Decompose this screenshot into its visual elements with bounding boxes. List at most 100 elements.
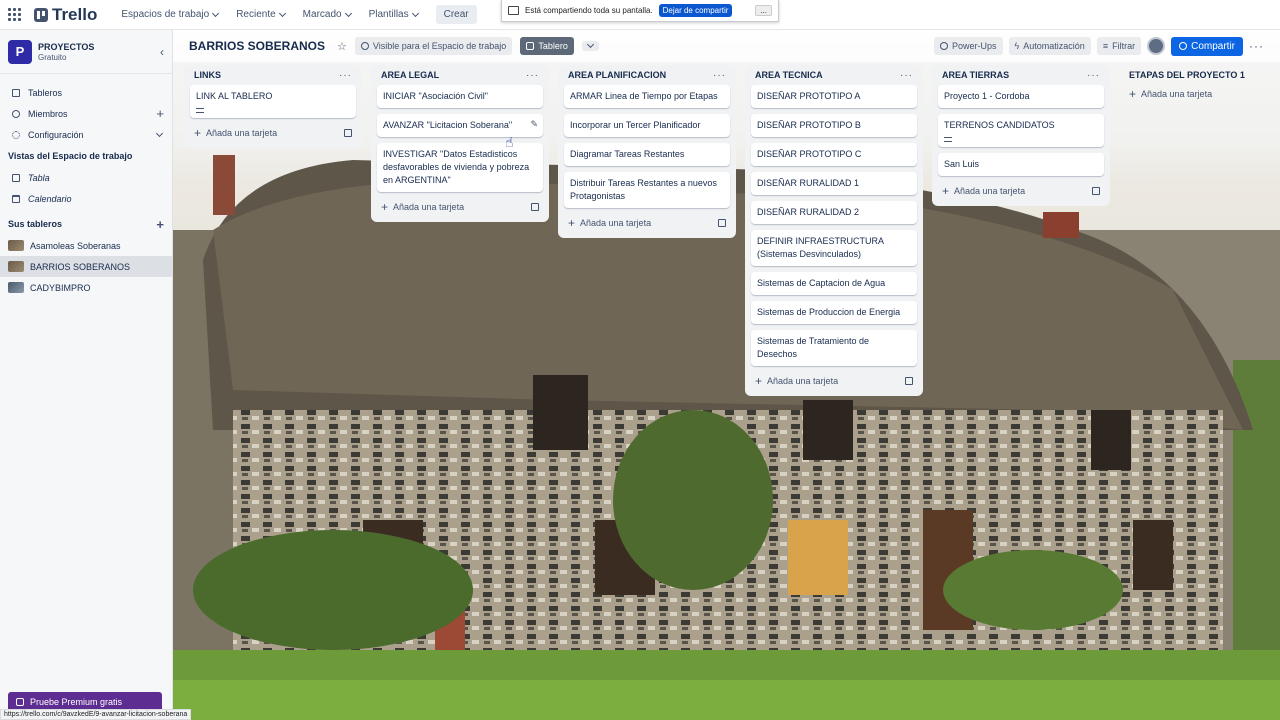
list-header: AREA PLANIFICACION ··· [564, 65, 730, 85]
card[interactable]: Incorporar un Tercer Planificador [564, 114, 730, 137]
card[interactable]: Distribuir Tareas Restantes a nuevos Pro… [564, 172, 730, 208]
card[interactable]: INICIAR "Asociación Civil" [377, 85, 543, 108]
card[interactable]: TERRENOS CANDIDATOS [938, 114, 1104, 147]
add-card-button[interactable]: + Añada una tarjeta [564, 214, 730, 232]
create-button[interactable]: Crear [435, 5, 477, 24]
list-title[interactable]: AREA PLANIFICACION [568, 70, 666, 80]
list-area-tierras[interactable]: AREA TIERRAS ··· Proyecto 1 - Cordoba TE… [932, 65, 1110, 206]
sidebar-board-cadybimpro[interactable]: CADYBIMPRO [0, 277, 172, 298]
sidebar-item-members[interactable]: Miembros + [0, 103, 172, 124]
card-title: INVESTIGAR "Datos Estadisticos desfavora… [383, 149, 530, 185]
card-title: Proyecto 1 - Cordoba [944, 91, 1030, 101]
card[interactable]: ARMAR Linea de Tiempo por Etapas [564, 85, 730, 108]
list-title[interactable]: AREA LEGAL [381, 70, 439, 80]
board-view-button[interactable]: Tablero [520, 37, 574, 55]
add-member-icon[interactable]: + [156, 107, 164, 120]
list-title[interactable]: LINKS [194, 70, 221, 80]
list-area-tecnica[interactable]: AREA TECNICA ··· DISEÑAR PROTOTIPO A DIS… [745, 65, 923, 396]
card[interactable]: DISEÑAR PROTOTIPO A [751, 85, 917, 108]
sidebar-item-table-view[interactable]: Tabla [0, 167, 172, 188]
nav-workspaces-label: Espacios de trabajo [121, 9, 210, 20]
add-card-button[interactable]: + Añada una tarjeta [751, 372, 917, 390]
list-menu-icon[interactable]: ··· [713, 70, 726, 81]
chevron-down-icon [411, 9, 419, 17]
sidebar-item-settings[interactable]: Configuración [0, 124, 172, 145]
view-switcher-button[interactable] [581, 40, 599, 51]
share-board-button[interactable]: Compartir [1171, 36, 1243, 56]
card[interactable]: DISEÑAR PROTOTIPO B [751, 114, 917, 137]
filter-icon: ≡ [1102, 41, 1109, 51]
card[interactable]: DEFINIR INFRAESTRUCTURA (Sistemas Desvin… [751, 230, 917, 266]
list-links[interactable]: LINKS ··· LINK AL TABLERO + Añada una ta… [184, 65, 362, 148]
card-template-icon[interactable] [718, 219, 726, 227]
nav-templates-button[interactable]: Plantillas [363, 5, 424, 24]
star-icon[interactable]: ☆ [337, 40, 347, 53]
list-area-planificacion[interactable]: AREA PLANIFICACION ··· ARMAR Linea de Ti… [558, 65, 736, 238]
sidebar-board-asambleas[interactable]: Asamoleas Soberanas [0, 235, 172, 256]
card[interactable]: LINK AL TABLERO [190, 85, 356, 118]
card[interactable]: Sistemas de Captacion de Agua [751, 272, 917, 295]
card[interactable]: Diagramar Tareas Restantes [564, 143, 730, 166]
sidebar-item-calendar-view[interactable]: Calendario [0, 188, 172, 209]
nav-starred-button[interactable]: Marcado [297, 5, 357, 24]
plus-icon: + [1129, 87, 1137, 101]
list-title[interactable]: AREA TIERRAS [942, 70, 1009, 80]
card[interactable]: DISEÑAR RURALIDAD 2 [751, 201, 917, 224]
card-template-icon[interactable] [1092, 187, 1100, 195]
list-menu-icon[interactable]: ··· [526, 70, 539, 81]
card-template-icon[interactable] [905, 377, 913, 385]
pencil-icon[interactable]: ✎ [530, 118, 538, 131]
add-card-label: Añada una tarjeta [206, 128, 278, 138]
list-title[interactable]: ETAPAS DEL PROYECTO 1 [1129, 70, 1245, 80]
list-menu-icon[interactable]: ··· [900, 70, 913, 81]
trello-logo[interactable]: Trello [34, 5, 97, 25]
list-area-legal[interactable]: AREA LEGAL ··· INICIAR "Asociación Civil… [371, 65, 549, 222]
card[interactable]: DISEÑAR RURALIDAD 1 [751, 172, 917, 195]
sidebar-item-boards[interactable]: Tableros [0, 82, 172, 103]
power-ups-button[interactable]: Power-Ups [934, 37, 1003, 55]
share-label: Compartir [1191, 40, 1235, 52]
list-menu-icon[interactable]: ··· [1087, 70, 1100, 81]
your-boards-label: Sus tableros [8, 219, 63, 229]
add-card-label: Añada una tarjeta [1141, 89, 1213, 99]
card-hovered[interactable]: AVANZAR "Licitacion Soberana" ✎ [377, 114, 543, 137]
hide-banner-button[interactable]: ... [755, 5, 772, 16]
board-title[interactable]: BARRIOS SOBERANOS [189, 39, 325, 53]
status-bar-url: https://trello.com/c/9avzkedE/9-avanzar-… [0, 709, 192, 720]
member-avatar[interactable] [1147, 37, 1166, 55]
nav-recent-button[interactable]: Reciente [230, 5, 290, 24]
workspace-badge[interactable]: P [8, 39, 32, 64]
add-card-button[interactable]: + Añada una tarjeta [190, 124, 356, 142]
list-title[interactable]: AREA TECNICA [755, 70, 823, 80]
apps-grid-icon[interactable] [8, 7, 22, 22]
list-menu-icon[interactable]: ··· [339, 70, 352, 81]
card-template-icon[interactable] [344, 129, 352, 137]
card-template-icon[interactable] [531, 203, 539, 211]
card[interactable]: Sistemas de Produccion de Energia [751, 301, 917, 324]
card-title: LINK AL TABLERO [196, 91, 273, 101]
card[interactable]: Sistemas de Tratamiento de Desechos [751, 330, 917, 366]
add-card-button[interactable]: + Añada una tarjeta [1125, 85, 1263, 103]
card[interactable]: San Luis [938, 153, 1104, 176]
collapse-sidebar-icon[interactable]: ‹ [160, 45, 164, 59]
card-title: Distribuir Tareas Restantes a nuevos Pro… [570, 178, 717, 201]
rocket-icon [940, 42, 948, 50]
card[interactable]: Proyecto 1 - Cordoba [938, 85, 1104, 108]
add-board-icon[interactable]: + [156, 217, 164, 232]
card-title: Sistemas de Produccion de Energia [757, 307, 901, 317]
card[interactable]: DISEÑAR PROTOTIPO C [751, 143, 917, 166]
calendar-icon [12, 194, 20, 203]
list-etapas-proyecto-1[interactable]: ETAPAS DEL PROYECTO 1 + Añada una tarjet… [1119, 65, 1269, 109]
filter-button[interactable]: ≡ Filtrar [1096, 37, 1142, 55]
nav-workspaces-button[interactable]: Espacios de trabajo [115, 5, 224, 24]
add-card-button[interactable]: + Añada una tarjeta [377, 198, 543, 216]
stop-sharing-button[interactable]: Dejar de compartir [658, 4, 733, 17]
automation-button[interactable]: ϟ Automatización [1008, 37, 1091, 55]
card[interactable]: INVESTIGAR "Datos Estadisticos desfavora… [377, 143, 543, 192]
card-title: DISEÑAR RURALIDAD 2 [757, 207, 860, 217]
plus-icon: + [194, 126, 202, 140]
add-card-button[interactable]: + Añada una tarjeta [938, 182, 1104, 200]
visibility-button[interactable]: Visible para el Espacio de trabajo [354, 37, 513, 55]
sidebar-board-barrios-soberanos[interactable]: BARRIOS SOBERANOS [0, 256, 172, 277]
more-options-icon[interactable]: ··· [1249, 39, 1264, 53]
